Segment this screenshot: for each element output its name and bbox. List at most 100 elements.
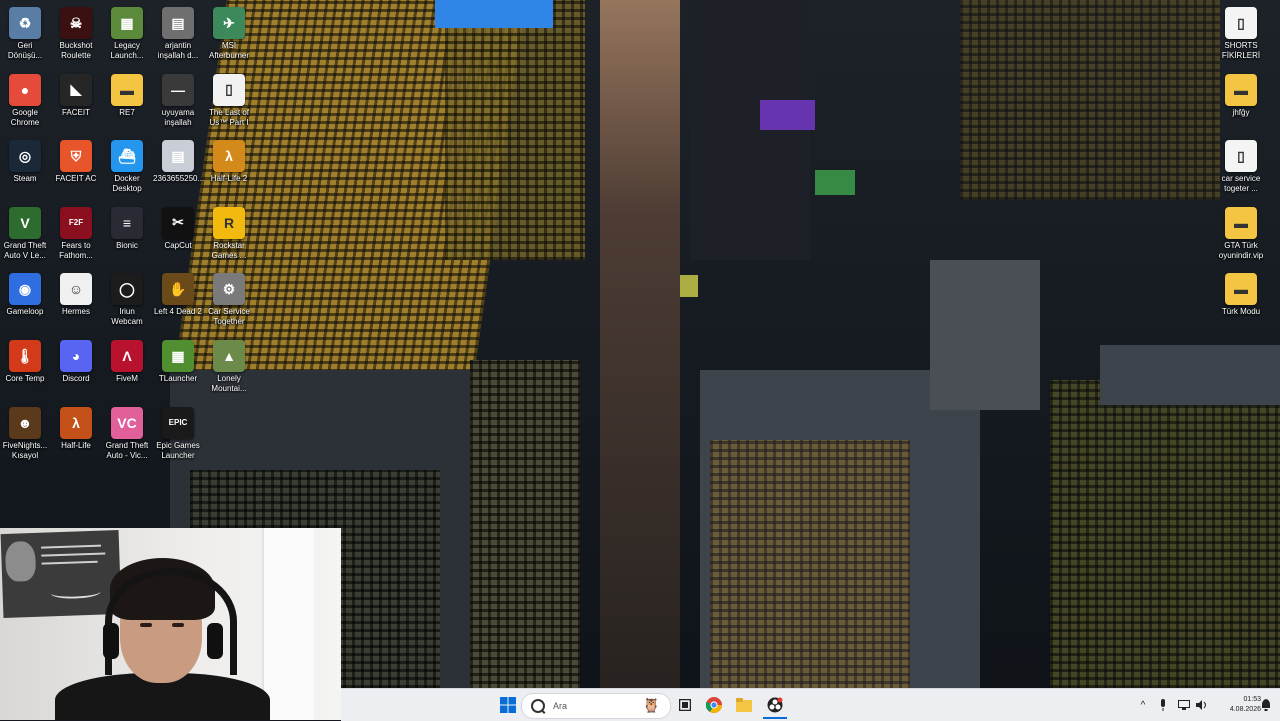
app-icon: ◯: [111, 273, 143, 306]
desktop-icon[interactable]: ✂ CapCut: [153, 204, 203, 266]
desktop-icon-label: Rockstar Games ...: [211, 240, 247, 260]
desktop-icon[interactable]: ▦ Legacy Launch...: [102, 4, 152, 66]
desktop-icon[interactable]: ⛨ FACEIT AC: [51, 137, 101, 199]
desktop-icon-label: Docker Desktop: [112, 174, 142, 194]
task-view-button[interactable]: [675, 693, 695, 717]
task-view-icon: [679, 699, 691, 711]
desktop-icon[interactable]: ◎ Steam: [0, 137, 50, 199]
start-button[interactable]: [497, 693, 519, 717]
desktop-icon-label: CapCut: [164, 240, 192, 250]
desktop-icon[interactable]: ▬ GTA Türk oyunindir.vip: [1216, 204, 1266, 266]
taskbar-chrome[interactable]: [703, 693, 725, 717]
search-box[interactable]: Ara 🦉: [521, 693, 671, 719]
app-icon: ♻: [9, 7, 41, 39]
desktop-icon[interactable]: ▯ The Last of Us™ Part I: [204, 71, 254, 133]
app-icon: ☠: [60, 7, 92, 39]
windows-icon: [500, 697, 516, 713]
desktop-icon-label: Epic Games Launcher: [156, 440, 200, 460]
notifications-button[interactable]: [1259, 693, 1273, 717]
desktop-icon[interactable]: ▯ SHORTS FİKİRLERİ: [1216, 4, 1266, 66]
chrome-icon: [706, 697, 722, 713]
desktop-icon[interactable]: ▤ arjantin inşallah d...: [153, 4, 203, 66]
microphone-button[interactable]: [1157, 693, 1169, 717]
desktop-icon[interactable]: ♻ Geri Dönüşü...: [0, 4, 50, 66]
search-icon: [531, 699, 545, 713]
app-icon: Λ: [111, 340, 143, 372]
desktop-icon-label: Google Chrome: [10, 107, 40, 127]
network-button[interactable]: [1177, 693, 1191, 717]
app-icon: EPIC: [162, 406, 194, 439]
desktop-icon[interactable]: ✈ MSI Afterburner: [204, 4, 254, 66]
desktop-icon-label: FiveNights... Kısayol: [2, 440, 48, 460]
desktop-icon[interactable]: ▦ TLauncher: [153, 337, 203, 399]
app-icon: 🌡: [9, 340, 41, 372]
desktop-icon[interactable]: ☠ Buckshot Roulette: [51, 4, 101, 66]
app-icon: —: [162, 73, 194, 106]
desktop-icon[interactable]: ✋ Left 4 Dead 2: [153, 270, 203, 332]
desktop-icon[interactable]: — uyuyama inşallah: [153, 71, 203, 133]
desktop-icon[interactable]: R Rockstar Games ...: [204, 204, 254, 266]
desktop-icon[interactable]: ⛴ Docker Desktop: [102, 137, 152, 199]
desktop-icon[interactable]: ◉ Gameloop: [0, 270, 50, 332]
search-placeholder: Ara: [553, 701, 568, 711]
desktop-icon[interactable]: λ Half-Life: [51, 404, 101, 466]
desktop-icon[interactable]: ☻ FiveNights... Kısayol: [0, 404, 50, 466]
desktop-icon-label: Core Temp: [5, 374, 45, 383]
desktop-icon[interactable]: 🌡 Core Temp: [0, 337, 50, 399]
desktop-icon[interactable]: ⚙ Car Service Together: [204, 270, 254, 332]
app-icon: R: [213, 206, 245, 239]
desktop-icon-label: Left 4 Dead 2: [153, 307, 203, 317]
desktop-icon[interactable]: ▬ Türk Modu: [1216, 270, 1266, 332]
app-icon: V: [9, 206, 41, 239]
clock[interactable]: 01:53 4.08.2026: [1213, 693, 1261, 717]
desktop-icon[interactable]: ▬ RE7: [102, 71, 152, 133]
desktop-icon-label: FACEIT AC: [55, 174, 97, 184]
desktop-icon-label: Buckshot Roulette: [59, 41, 93, 60]
desktop-icon-label: Half-Life: [61, 440, 91, 450]
desktop-icon[interactable]: ≡ Bionic: [102, 204, 152, 266]
app-icon: ▯: [213, 73, 245, 106]
taskbar-recorder[interactable]: [763, 693, 787, 719]
desktop-icon-label: Bionic: [116, 240, 138, 250]
desktop-icon[interactable]: ● Google Chrome: [0, 71, 50, 133]
desktop-icon[interactable]: ▤ 2363655250...: [153, 137, 204, 199]
app-icon: ◉: [9, 273, 41, 306]
desktop-icon-label: FiveM: [116, 374, 138, 383]
desktop-icon[interactable]: V Grand Theft Auto V Le...: [0, 204, 50, 266]
desktop-icon-label: Legacy Launch...: [110, 41, 144, 60]
desktop-icon-label: FACEIT: [61, 107, 90, 117]
taskbar-file-explorer[interactable]: [733, 693, 755, 717]
desktop-icon-label: Discord: [62, 374, 90, 383]
desktop-icon-label: GTA Türk oyunindir.vip: [1218, 240, 1264, 260]
desktop-icon-label: TLauncher: [158, 374, 198, 383]
app-icon: ☺: [60, 273, 92, 306]
desktop-icon[interactable]: ▲ Lonely Mountai...: [204, 337, 254, 399]
desktop-icon[interactable]: ◯ Iriun Webcam: [102, 270, 152, 332]
desktop-icon[interactable]: F2F Fears to Fathom...: [51, 204, 101, 266]
tray-overflow-button[interactable]: ^: [1137, 693, 1149, 717]
app-icon: F2F: [60, 206, 92, 239]
recorder-icon: [767, 697, 783, 713]
app-icon: ≡: [111, 206, 143, 239]
desktop-icon[interactable]: ▯ car service togeter ...: [1216, 137, 1266, 199]
desktop-icon-label: arjantin inşallah d...: [157, 41, 199, 60]
desktop-icon[interactable]: EPIC Epic Games Launcher: [153, 404, 203, 466]
desktop-icon-label: Car Service Together: [208, 307, 250, 327]
desktop-icon-label: Lonely Mountai...: [211, 374, 247, 393]
desktop-icon[interactable]: Λ FiveM: [102, 337, 152, 399]
app-icon: ◕: [60, 340, 92, 372]
app-icon: ⛨: [60, 140, 92, 173]
desktop-icon[interactable]: ◕ Discord: [51, 337, 101, 399]
desktop-icon[interactable]: ☺ Hermes: [51, 270, 101, 332]
desktop-icon-label: Hermes: [61, 307, 90, 317]
desktop-icon[interactable]: ◣ FACEIT: [51, 71, 101, 133]
volume-button[interactable]: [1195, 693, 1209, 717]
desktop-icon[interactable]: VC Grand Theft Auto - Vic...: [102, 404, 152, 466]
app-icon: ✂: [162, 206, 194, 239]
desktop-icon-label: Gameloop: [6, 307, 44, 317]
app-icon: ▯: [1225, 140, 1257, 173]
app-icon: ▬: [111, 73, 143, 106]
desktop-icon[interactable]: λ Half-Life 2: [204, 137, 254, 199]
desktop-icon[interactable]: ▬ jhfğy: [1216, 71, 1266, 133]
app-icon: ✋: [162, 273, 194, 306]
